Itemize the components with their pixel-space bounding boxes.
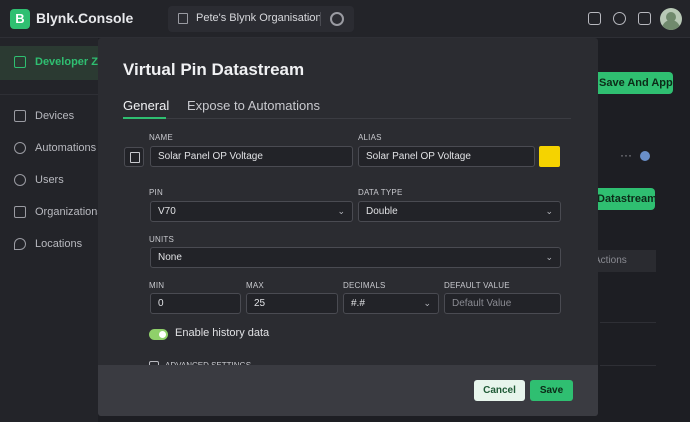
min-label: MIN (149, 281, 165, 290)
building-icon (178, 13, 188, 24)
cube-icon (14, 110, 26, 123)
pin-label: PIN (149, 188, 163, 197)
avatar[interactable] (660, 8, 682, 30)
save-button[interactable]: Save (530, 380, 573, 401)
max-field[interactable]: 25 (246, 293, 338, 314)
blynk-logo-icon: B (10, 9, 30, 29)
new-datastream-button[interactable]: Datastream (593, 188, 655, 210)
decimals-value: #.# (351, 298, 365, 309)
divider (600, 322, 656, 323)
chevron-down-icon: ⌄ (545, 252, 553, 262)
active-tab-indicator (123, 117, 166, 119)
sidebar-item-label: Organizations (35, 206, 103, 218)
organization-name: Pete's Blynk Organisation (196, 12, 322, 24)
chevron-down-icon: ⌄ (423, 298, 431, 308)
decimals-label: DECIMALS (343, 281, 386, 290)
tab-general[interactable]: General (123, 98, 169, 113)
tab-expose-to-automations[interactable]: Expose to Automations (187, 98, 320, 113)
sidebar-item-devices[interactable]: Devices (14, 110, 74, 126)
alias-label: ALIAS (358, 133, 382, 142)
save-and-apply-button[interactable]: Save And Apply (593, 72, 673, 94)
actions-column-header: Actions (590, 250, 656, 272)
cancel-button[interactable]: Cancel (474, 380, 525, 401)
developer-icon (14, 56, 26, 69)
more-options-icon[interactable]: ··· (620, 148, 632, 162)
datastream-icon-picker[interactable] (124, 147, 144, 167)
sidebar-item-label: Devices (35, 110, 75, 122)
dialog-title: Virtual Pin Datastream (123, 60, 305, 79)
name-field[interactable]: Solar Panel OP Voltage (150, 146, 353, 167)
divider (320, 12, 321, 26)
data-type-select[interactable]: Double ⌄ (358, 201, 561, 222)
chevron-down-icon: ⌄ (337, 206, 345, 216)
default-value-field[interactable]: Default Value (444, 293, 561, 314)
dialog-footer: Cancel Save (98, 365, 598, 416)
pin-value: V70 (158, 206, 176, 217)
sidebar-item-organizations[interactable]: Organizations (14, 206, 103, 222)
color-picker-swatch[interactable] (539, 146, 560, 167)
notification-bell-icon[interactable] (638, 12, 651, 25)
help-icon[interactable] (613, 12, 626, 25)
tab-bar-divider (123, 118, 571, 119)
sidebar-item-label: Users (35, 174, 64, 186)
units-select[interactable]: None ⌄ (150, 247, 561, 268)
sidebar-item-locations[interactable]: Locations (14, 238, 82, 254)
sidebar-item-users[interactable]: Users (14, 174, 64, 190)
top-bar: B Blynk.Console Pete's Blynk Organisatio… (0, 0, 690, 38)
sidebar-item-automations[interactable]: Automations (14, 142, 96, 158)
history-toggle-label: Enable history data (175, 327, 270, 339)
units-label: UNITS (149, 235, 174, 244)
divider (0, 94, 98, 95)
app-name: Blynk.Console (36, 10, 134, 26)
building-icon (14, 206, 26, 219)
divider (600, 365, 656, 366)
name-label: NAME (149, 133, 173, 142)
data-type-label: DATA TYPE (358, 188, 403, 197)
sun-icon (14, 142, 26, 155)
organization-switcher[interactable]: Pete's Blynk Organisation ⌄ (168, 6, 354, 32)
chevron-down-icon: ⌄ (545, 206, 553, 216)
pin-select[interactable]: V70 ⌄ (150, 201, 353, 222)
pin-icon (14, 238, 26, 251)
default-value-label: DEFAULT VALUE (444, 281, 510, 290)
sidebar: Developer Zone Devices Automations Users… (0, 38, 118, 422)
announcement-icon[interactable] (588, 12, 601, 25)
decimals-select[interactable]: #.# ⌄ (343, 293, 439, 314)
virtual-pin-datastream-dialog: Virtual Pin Datastream General Expose to… (98, 38, 598, 416)
units-value: None (158, 252, 182, 263)
gear-icon[interactable] (330, 12, 344, 26)
sidebar-item-label: Locations (35, 238, 83, 250)
chevron-down-icon: ⌄ (305, 12, 314, 23)
sidebar-item-label: Automations (35, 142, 97, 154)
data-type-value: Double (366, 206, 398, 217)
users-icon (14, 174, 26, 187)
info-icon (640, 151, 650, 161)
max-label: MAX (246, 281, 264, 290)
history-toggle[interactable] (149, 329, 168, 340)
alias-field[interactable]: Solar Panel OP Voltage (358, 146, 535, 167)
min-field[interactable]: 0 (150, 293, 241, 314)
